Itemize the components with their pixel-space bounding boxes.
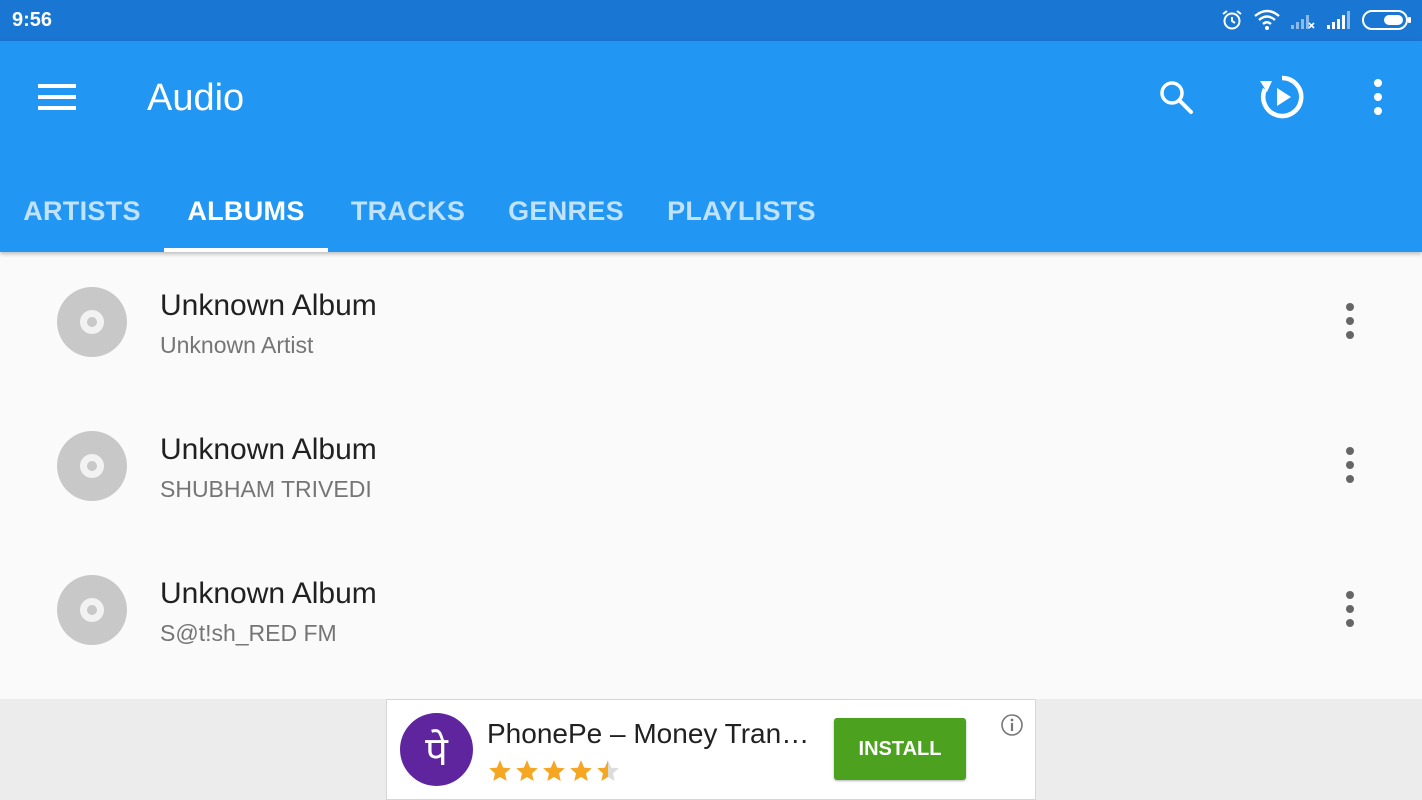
tab-playlists[interactable]: PLAYLISTS bbox=[644, 171, 839, 252]
more-options-button[interactable] bbox=[1350, 69, 1406, 125]
status-icons bbox=[1220, 8, 1412, 32]
album-disc-icon bbox=[57, 431, 127, 501]
item-more-button[interactable] bbox=[1326, 441, 1374, 489]
ad-rating-stars bbox=[487, 758, 621, 784]
resume-playback-button[interactable] bbox=[1254, 69, 1310, 125]
tab-genres[interactable]: GENRES bbox=[488, 171, 644, 252]
album-list: Unknown Album Unknown Artist Unknown Alb… bbox=[0, 252, 1422, 699]
resume-playback-icon bbox=[1260, 75, 1304, 119]
more-vert-icon bbox=[1346, 303, 1354, 339]
battery-icon bbox=[1362, 9, 1412, 31]
wifi-icon bbox=[1254, 9, 1280, 31]
tab-albums[interactable]: ALBUMS bbox=[164, 171, 328, 252]
navigation-menu-button[interactable] bbox=[28, 73, 86, 123]
page-title: Audio bbox=[147, 77, 245, 119]
list-item[interactable]: Unknown Album S@t!sh_RED FM bbox=[0, 540, 1422, 684]
list-item[interactable]: Unknown Album SHUBHAM TRIVEDI bbox=[0, 396, 1422, 540]
install-button[interactable]: INSTALL bbox=[834, 718, 966, 780]
phonepe-logo: पे bbox=[400, 713, 473, 786]
more-vert-icon bbox=[1346, 591, 1354, 627]
alarm-icon bbox=[1220, 8, 1244, 32]
signal-no-service-icon bbox=[1290, 10, 1316, 30]
search-icon bbox=[1160, 81, 1193, 114]
tab-artists[interactable]: ARTISTS bbox=[0, 171, 164, 252]
ad-title: PhonePe – Money Tran… bbox=[487, 718, 810, 749]
signal-icon bbox=[1326, 10, 1352, 30]
album-disc-icon bbox=[57, 575, 127, 645]
album-disc-icon bbox=[57, 287, 127, 357]
half-star-icon bbox=[597, 760, 619, 781]
tab-tracks[interactable]: TRACKS bbox=[328, 171, 488, 252]
star-icon bbox=[543, 760, 565, 781]
info-icon bbox=[1001, 714, 1023, 736]
search-button[interactable] bbox=[1148, 69, 1204, 125]
item-more-button[interactable] bbox=[1326, 585, 1374, 633]
more-vert-icon bbox=[1346, 447, 1354, 483]
tab-bar: ARTISTS ALBUMS TRACKS GENRES PLAYLISTS bbox=[0, 171, 839, 252]
album-title: Unknown Album bbox=[160, 577, 377, 610]
list-item[interactable]: Unknown Album Unknown Artist bbox=[0, 252, 1422, 396]
ad-card[interactable]: पे PhonePe – Money Tran… INSTALL bbox=[386, 699, 1036, 800]
more-vert-icon bbox=[1374, 79, 1382, 115]
album-artist: SHUBHAM TRIVEDI bbox=[160, 476, 372, 502]
item-more-button[interactable] bbox=[1326, 297, 1374, 345]
hamburger-menu-icon bbox=[38, 84, 76, 110]
status-bar: 9:56 bbox=[0, 0, 1422, 41]
album-title: Unknown Album bbox=[160, 289, 377, 322]
ad-logo-text: पे bbox=[425, 729, 448, 775]
ad-info-button[interactable] bbox=[1000, 713, 1024, 737]
album-artist: S@t!sh_RED FM bbox=[160, 620, 337, 646]
app-bar: Audio ARTISTS ALBUMS TRACKS GENRES PLAYL… bbox=[0, 41, 1422, 252]
status-time: 9:56 bbox=[12, 9, 53, 31]
ad-banner-area: पे PhonePe – Money Tran… INSTALL bbox=[0, 699, 1422, 800]
star-icon bbox=[516, 760, 538, 781]
star-icon bbox=[570, 760, 592, 781]
album-artist: Unknown Artist bbox=[160, 332, 314, 358]
album-title: Unknown Album bbox=[160, 433, 377, 466]
star-icon bbox=[489, 760, 511, 781]
